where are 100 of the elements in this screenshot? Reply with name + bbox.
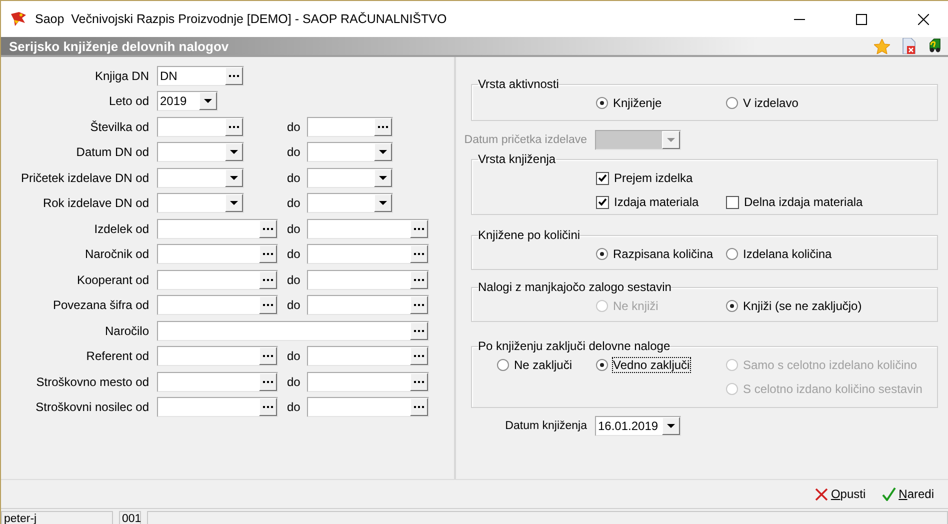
ellipsis-icon <box>414 253 424 256</box>
radio-button[interactable] <box>726 97 738 109</box>
dropdown-button[interactable] <box>374 194 392 212</box>
radio-button[interactable] <box>596 97 608 109</box>
input-field[interactable] <box>307 244 429 264</box>
input-field[interactable] <box>157 397 278 418</box>
star-icon[interactable] <box>874 38 890 54</box>
caret-icon <box>379 201 387 206</box>
ellipsis-icon <box>414 278 424 281</box>
input-field[interactable] <box>307 116 393 137</box>
ellipsis-icon <box>263 228 273 230</box>
browse-button[interactable] <box>410 270 428 289</box>
browse-button[interactable] <box>259 270 277 289</box>
browse-button[interactable] <box>410 245 428 264</box>
ellipsis-icon <box>229 74 239 77</box>
input-field[interactable] <box>307 218 429 239</box>
browse-button[interactable] <box>410 372 428 391</box>
input-field[interactable] <box>307 397 429 418</box>
to-label: do <box>287 400 302 414</box>
ellipsis-icon <box>414 355 424 358</box>
browse-button[interactable] <box>225 118 243 136</box>
ellipsis-icon <box>414 406 424 408</box>
option-label: Razpisana količina <box>613 247 714 261</box>
cancel-button[interactable]: Opusti <box>814 487 866 501</box>
browse-button[interactable] <box>259 296 277 314</box>
browse-button[interactable] <box>374 118 392 136</box>
radio-button[interactable] <box>596 359 608 371</box>
browse-button[interactable] <box>259 347 277 366</box>
to-label: do <box>287 120 302 134</box>
confirm-button[interactable]: Naredi <box>882 487 934 501</box>
option-label: Izdelana količina <box>743 247 832 261</box>
browse-button[interactable] <box>410 398 428 416</box>
dropdown-button[interactable] <box>374 143 392 162</box>
dropdown-button[interactable] <box>225 168 243 187</box>
input-field[interactable] <box>157 320 429 341</box>
browse-button[interactable] <box>259 220 277 238</box>
group-title: Knjižene po količini <box>478 228 580 242</box>
browse-button[interactable] <box>259 372 277 391</box>
browse-button[interactable] <box>410 296 428 314</box>
input-field[interactable] <box>157 372 278 392</box>
app-logo-icon <box>10 12 27 26</box>
minimize-icon <box>794 18 804 20</box>
dropdown-button[interactable] <box>199 92 217 110</box>
browse-button[interactable] <box>259 245 277 264</box>
dropdown-button[interactable] <box>374 168 392 187</box>
field-label: Stroškovni nosilec od <box>34 400 149 414</box>
dropdown-field[interactable] <box>307 168 393 188</box>
field-label: Kooperant od <box>76 272 149 287</box>
field-label: Naročilo <box>104 324 149 338</box>
group-title: Vrsta knjiženja <box>478 152 556 166</box>
ellipsis-icon <box>263 278 273 281</box>
dropdown-button[interactable] <box>225 194 243 212</box>
input-field[interactable] <box>307 270 429 290</box>
dropdown-button[interactable] <box>662 417 680 435</box>
input-field[interactable] <box>157 295 278 316</box>
group-title: Po knjiženju zaključi delovne naloge <box>478 339 670 353</box>
document-delete-icon[interactable] <box>902 38 916 54</box>
dropdown-field[interactable] <box>307 193 393 214</box>
dropdown-field[interactable] <box>157 168 244 188</box>
dropdown-field[interactable] <box>307 142 393 162</box>
browse-button[interactable] <box>410 347 428 366</box>
ellipsis-icon <box>229 126 239 128</box>
field-label: Rok izdelave DN od <box>42 196 149 210</box>
radio-button[interactable] <box>726 248 738 260</box>
browse-button[interactable] <box>410 220 428 238</box>
input-field[interactable] <box>157 270 278 290</box>
field-label: Povezana šifra od <box>52 298 149 312</box>
field-label: Izdelek od <box>93 222 149 236</box>
option-label: Prejem izdelka <box>614 171 693 185</box>
field-label: Datum DN od <box>75 145 149 160</box>
help-vehicle-icon[interactable] <box>928 38 942 54</box>
radio-button[interactable] <box>596 248 608 260</box>
group-title: Nalogi z manjkajočo zalogo sestavin <box>478 280 672 294</box>
dropdown-field[interactable]: 2019 <box>157 91 218 112</box>
input-field[interactable] <box>307 295 429 316</box>
ellipsis-icon <box>414 228 424 230</box>
checkbox[interactable] <box>596 172 609 184</box>
input-field[interactable] <box>157 244 278 264</box>
browse-button[interactable] <box>225 66 243 85</box>
close-icon <box>918 14 928 24</box>
radio-button[interactable] <box>497 359 509 371</box>
input-field[interactable] <box>157 218 278 239</box>
dropdown-field[interactable] <box>157 142 244 162</box>
input-field[interactable] <box>307 346 429 366</box>
dropdown-field[interactable] <box>157 193 244 214</box>
checkbox[interactable] <box>726 196 739 208</box>
ellipsis-icon <box>414 304 424 306</box>
dropdown-field[interactable]: 16.01.2019 <box>595 416 681 436</box>
input-field[interactable] <box>157 346 278 366</box>
browse-button[interactable] <box>259 398 277 416</box>
form-title: Serijsko knjiženje delovnih nalogov <box>9 38 230 54</box>
dropdown-button[interactable] <box>225 143 243 162</box>
checkbox[interactable] <box>596 196 609 208</box>
dropdown-field[interactable] <box>595 130 681 150</box>
input-field[interactable]: DN <box>157 66 244 86</box>
browse-button[interactable] <box>410 322 428 340</box>
field-label: Stroškovno mesto od <box>35 374 149 389</box>
input-field[interactable] <box>307 372 429 392</box>
radio-button[interactable] <box>726 300 738 312</box>
input-field[interactable] <box>157 116 244 137</box>
